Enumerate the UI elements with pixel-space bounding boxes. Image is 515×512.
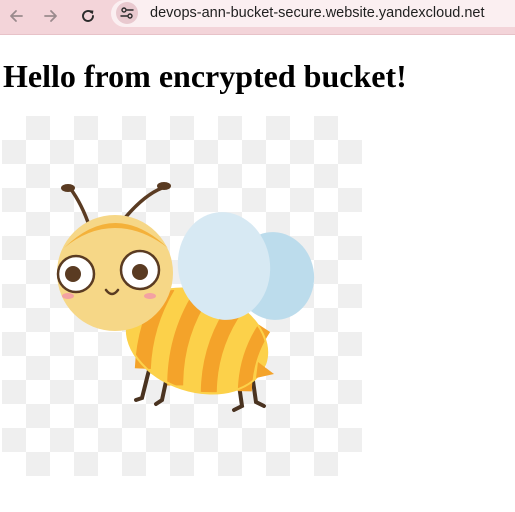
forward-button[interactable]	[38, 3, 64, 29]
reload-button[interactable]	[75, 3, 101, 29]
arrow-right-icon	[44, 10, 57, 22]
reload-icon	[82, 10, 94, 22]
site-info-button[interactable]	[116, 2, 138, 24]
tune-icon	[120, 7, 134, 19]
bee-illustration	[56, 182, 315, 412]
arrow-left-icon	[10, 10, 23, 22]
browser-toolbar: devops-ann-bucket-secure.website.yandexc…	[0, 0, 515, 35]
back-button[interactable]	[3, 3, 29, 29]
bee-image	[2, 116, 362, 476]
page-heading: Hello from encrypted bucket!	[3, 58, 407, 94]
page-content: Hello from encrypted bucket!	[0, 34, 515, 512]
address-bar[interactable]: devops-ann-bucket-secure.website.yandexc…	[111, 0, 515, 27]
url-text[interactable]: devops-ann-bucket-secure.website.yandexc…	[150, 5, 485, 21]
